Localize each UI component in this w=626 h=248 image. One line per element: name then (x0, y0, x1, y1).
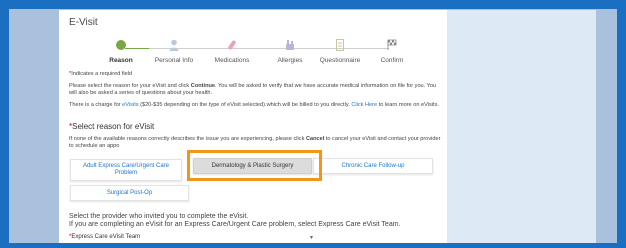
page-title: E-Visit (69, 17, 98, 28)
reason-chronic-care-button[interactable]: Chronic Care Follow-up (313, 158, 433, 174)
allergy-icon (286, 40, 294, 50)
bottom-strip (0, 243, 626, 248)
reason-help-text: If none of the available reasons correct… (69, 136, 441, 149)
chevron-down-icon: ▾ (309, 235, 313, 241)
progress-stepper: Reason Personal Info Medications Allergi… (59, 36, 447, 76)
evisits-link[interactable]: eVisits (122, 102, 138, 108)
selection-highlight-box (187, 150, 322, 181)
questionnaire-icon (336, 39, 344, 51)
pill-icon (228, 40, 236, 50)
provider-instruction-1: Select the provider who invited you to c… (69, 213, 249, 220)
required-note: *Indicates a required field (69, 71, 133, 77)
reason-adult-express-care-button[interactable]: Adult Express Care/Urgent Care Problem (70, 159, 182, 181)
checkered-flag-icon (387, 39, 397, 50)
step-questionnaire[interactable]: Questionnaire (310, 39, 370, 64)
evisit-panel: E-Visit Reason Personal Info Medications… (59, 10, 447, 248)
reason-surgical-post-op-button[interactable]: Surgical Post-Op (70, 185, 189, 201)
charge-text: There is a charge for eVisits ($20-$35 d… (69, 102, 439, 108)
intro-text: Please select the reason for your eVisit… (69, 83, 437, 96)
step-personal-info[interactable]: Personal Info (144, 39, 204, 64)
step-reason[interactable]: Reason (91, 39, 151, 64)
person-icon (169, 39, 179, 51)
reason-heading: *Select reason for eVisit (69, 122, 155, 131)
click-here-link[interactable]: Click Here (351, 102, 377, 108)
dot-icon (116, 40, 126, 50)
step-medications[interactable]: Medications (202, 39, 262, 64)
right-sidebar (447, 10, 596, 248)
step-confirm[interactable]: Confirm (362, 39, 422, 64)
provider-instruction-2: If you are completing an eVisit for an E… (69, 221, 401, 228)
